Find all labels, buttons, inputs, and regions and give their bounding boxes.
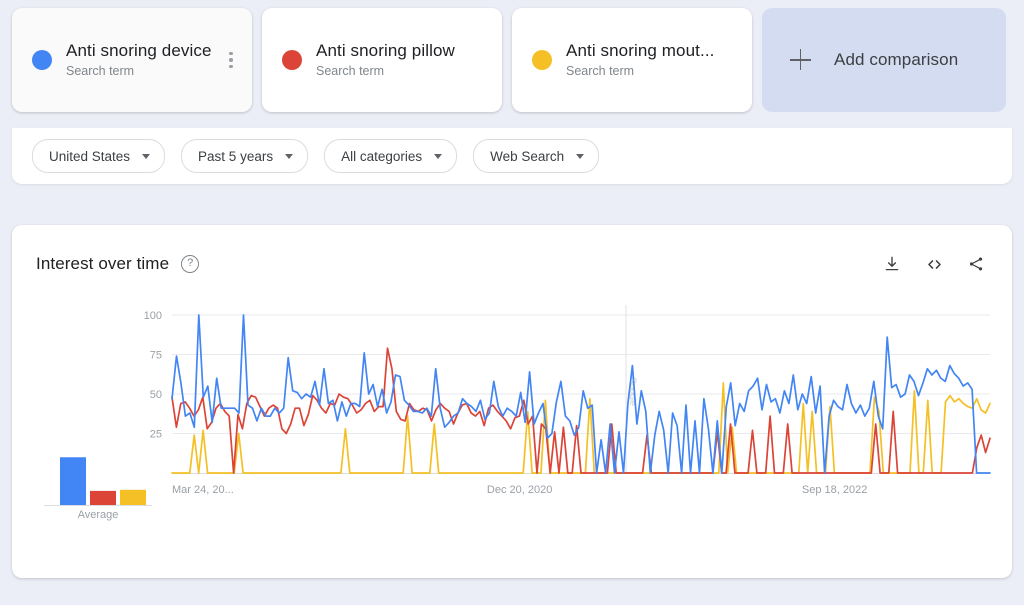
term-options-menu-icon[interactable] bbox=[222, 49, 240, 71]
chevron-down-icon bbox=[285, 153, 294, 159]
term-label-3: Anti snoring mout... bbox=[566, 41, 715, 60]
filter-time-range-label: Past 5 years bbox=[198, 148, 274, 164]
plus-icon bbox=[790, 49, 812, 71]
add-comparison-button[interactable]: Add comparison bbox=[762, 8, 1006, 112]
dot bbox=[229, 64, 233, 69]
term-label-1: Anti snoring device bbox=[66, 41, 212, 60]
x-tick-label: Dec 20, 2020 bbox=[487, 484, 552, 496]
series-line bbox=[171, 382, 991, 474]
embed-icon[interactable] bbox=[924, 254, 944, 274]
term-sublabel-1: Search term bbox=[66, 64, 135, 78]
term-label-2: Anti snoring pillow bbox=[316, 41, 455, 60]
series-color-dot-2 bbox=[282, 50, 302, 70]
filter-search-type[interactable]: Web Search bbox=[473, 139, 600, 173]
filter-time-range[interactable]: Past 5 years bbox=[181, 139, 309, 173]
search-terms-bar: Anti snoring device Search term Anti sno… bbox=[0, 0, 1024, 120]
chart-action-icons bbox=[882, 254, 986, 274]
filter-bar: United States Past 5 years All categorie… bbox=[12, 128, 1012, 184]
series-color-dot-1 bbox=[32, 50, 52, 70]
interest-over-time-plot: 25 50 75 100 Google Mar 24, 20... Dec 20, 2020… bbox=[12, 303, 1012, 503]
term-sublabel-3: Search term bbox=[566, 64, 635, 78]
term-card-2[interactable]: Anti snoring pillow Search term bbox=[262, 8, 502, 112]
filter-location[interactable]: United States bbox=[32, 139, 166, 173]
term-card-1[interactable]: Anti snoring device Search term bbox=[12, 8, 252, 112]
y-tick-label: 25 bbox=[150, 429, 162, 441]
help-icon[interactable]: ? bbox=[181, 255, 200, 273]
add-comparison-label: Add comparison bbox=[834, 50, 959, 69]
time-series-svg[interactable]: 255075100GoogleMar 24, 20... Dec 20, 2020… bbox=[12, 303, 1012, 518]
x-tick-label: Sep 18, 2022 bbox=[802, 484, 867, 496]
filter-location-label: United States bbox=[49, 148, 131, 164]
term-card-3[interactable]: Anti snoring mout... Search term bbox=[512, 8, 752, 112]
interest-over-time-card: Interest over time ? Average 25 50 75 10… bbox=[12, 225, 1012, 578]
google-trends-page: Anti snoring device Search term Anti sno… bbox=[0, 0, 1024, 605]
page-title: Interest over time bbox=[36, 254, 170, 273]
chevron-down-icon bbox=[142, 153, 151, 159]
y-tick-label: 75 bbox=[150, 350, 162, 362]
filter-search-type-label: Web Search bbox=[490, 148, 565, 164]
chart-header: Interest over time ? bbox=[12, 225, 1012, 303]
y-tick-label: 50 bbox=[150, 389, 162, 401]
download-icon[interactable] bbox=[882, 254, 902, 274]
chevron-down-icon bbox=[576, 153, 585, 159]
dot bbox=[229, 58, 233, 62]
filter-category[interactable]: All categories bbox=[324, 139, 458, 173]
y-tick-label: 100 bbox=[144, 310, 162, 322]
dot bbox=[229, 51, 233, 56]
series-color-dot-3 bbox=[532, 50, 552, 70]
share-icon[interactable] bbox=[966, 254, 986, 274]
x-tick-label: Mar 24, 20... bbox=[172, 484, 234, 496]
filter-category-label: All categories bbox=[341, 148, 423, 164]
term-sublabel-2: Search term bbox=[316, 64, 385, 78]
chevron-down-icon bbox=[434, 153, 443, 159]
